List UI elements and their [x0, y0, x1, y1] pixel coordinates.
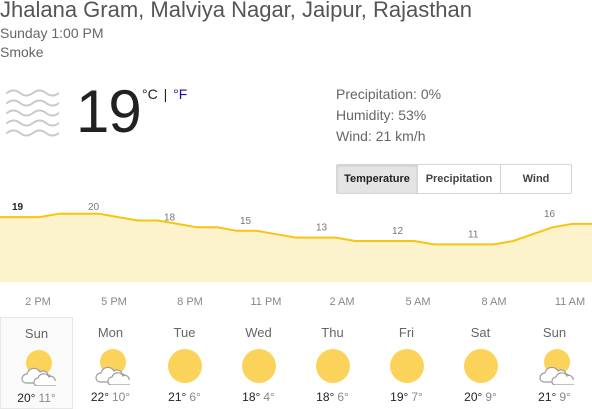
tab-temperature[interactable]: Temperature [337, 165, 418, 193]
location-title: Jhalana Gram, Malviya Nagar, Jaipur, Raj… [0, 0, 473, 22]
low-temp: 6° [189, 390, 201, 404]
forecast-day[interactable]: Sun 20° 11° [0, 317, 73, 409]
day-temps: 18° 4° [222, 390, 295, 404]
chart-value-label: 16 [544, 209, 556, 220]
tab-precipitation[interactable]: Precipitation [418, 165, 501, 193]
sun-icon [389, 349, 424, 383]
high-temp: 21° [538, 390, 557, 404]
chart-value-label: 20 [88, 202, 100, 213]
smoke-icon [6, 89, 59, 137]
day-temps: 20° 11° [1, 391, 72, 405]
sun-icon [167, 349, 202, 383]
chart-tabs: Temperature Precipitation Wind [336, 164, 572, 194]
chart-time-label: 8 AM [481, 296, 506, 308]
high-temp: 20° [17, 391, 36, 405]
low-temp: 7° [411, 390, 423, 404]
forecast-day[interactable]: Fri 19° 7° [370, 317, 443, 409]
temperature-area [0, 213, 592, 282]
unit-separator: | [163, 86, 168, 102]
day-name: Sun [542, 325, 567, 340]
precipitation-value: Precipitation: 0% [336, 86, 442, 102]
day-name: Mon [97, 325, 124, 340]
low-temp: 9° [485, 390, 497, 404]
partly-cloudy-icon [20, 349, 56, 386]
forecast-day[interactable]: Sat 20° 9° [444, 317, 517, 409]
day-temps: 18° 6° [296, 390, 369, 404]
weather-condition: Smoke [0, 44, 44, 60]
high-temp: 22° [90, 390, 109, 404]
day-temps: 21° 6° [148, 390, 221, 404]
day-temps: 20° 9° [444, 390, 517, 404]
date-time: Sunday 1:00 PM [0, 25, 104, 41]
chart-value-label: 15 [240, 216, 252, 227]
sun-icon [315, 349, 350, 383]
chart-time-label: 2 PM [25, 296, 51, 308]
low-temp: 4° [263, 390, 275, 404]
chart-time-label: 5 PM [101, 296, 127, 308]
chart-value-label: 13 [316, 223, 328, 234]
day-name: Sun [24, 326, 49, 341]
day-name: Thu [321, 325, 344, 340]
fahrenheit-link[interactable]: °F [173, 86, 187, 102]
unit-switcher: °C | °F [142, 86, 187, 102]
humidity-value: Humidity: 53% [336, 107, 427, 123]
low-temp: 10° [112, 390, 131, 404]
day-temps: 22° 10° [74, 390, 147, 404]
low-temp: 9° [559, 390, 571, 404]
day-name: Tue [173, 325, 196, 340]
chart-value-label: 18 [164, 212, 176, 223]
high-temp: 21° [168, 390, 187, 404]
weather-details: Precipitation: 0% Humidity: 53% Wind: 21… [336, 84, 441, 147]
low-temp: 11° [38, 391, 56, 405]
forecast-day[interactable]: Thu 18° 6° [296, 317, 369, 409]
high-temp: 19° [390, 390, 409, 404]
wind-value: Wind: 21 km/h [336, 128, 426, 144]
tab-wind[interactable]: Wind [501, 165, 571, 193]
sun-icon [463, 349, 498, 383]
forecast-day[interactable]: Wed 18° 4° [222, 317, 295, 409]
partly-cloudy-icon [94, 348, 130, 385]
daily-forecast: Sun 20° 11° Mon 22° 10° Tue 21° 6° Wed 18° 4… [0, 317, 592, 409]
day-name: Fri [398, 325, 415, 340]
high-temp: 18° [316, 390, 335, 404]
celsius-unit: °C [142, 86, 158, 102]
day-temps: 19° 7° [370, 390, 443, 404]
chart-value-label: 11 [468, 229, 479, 240]
chart-time-label: 11 PM [251, 296, 282, 308]
forecast-day[interactable]: Mon 22° 10° [74, 317, 147, 409]
day-name: Wed [245, 325, 272, 340]
temperature-chart: 19 20 18 15 13 12 11 16 2 PM 5 PM 8 PM 11 PM 2 AM 5 A… [0, 202, 592, 308]
low-temp: 6° [337, 390, 349, 404]
chart-value-label: 19 [12, 202, 24, 213]
forecast-day[interactable]: Tue 21° 6° [148, 317, 221, 409]
current-temperature: 19 [76, 78, 142, 145]
high-temp: 18° [242, 390, 261, 404]
sun-icon [241, 349, 276, 383]
chart-time-label: 11 AM [555, 296, 585, 308]
high-temp: 20° [464, 390, 483, 404]
chart-time-label: 2 AM [329, 296, 354, 308]
chart-value-label: 12 [392, 226, 404, 237]
day-name: Sat [470, 325, 491, 340]
chart-time-label: 5 AM [405, 296, 430, 308]
partly-cloudy-icon [538, 348, 574, 385]
chart-time-label: 8 PM [177, 296, 203, 308]
day-temps: 21° 9° [518, 390, 591, 404]
forecast-day[interactable]: Sun 21° 9° [518, 317, 591, 409]
